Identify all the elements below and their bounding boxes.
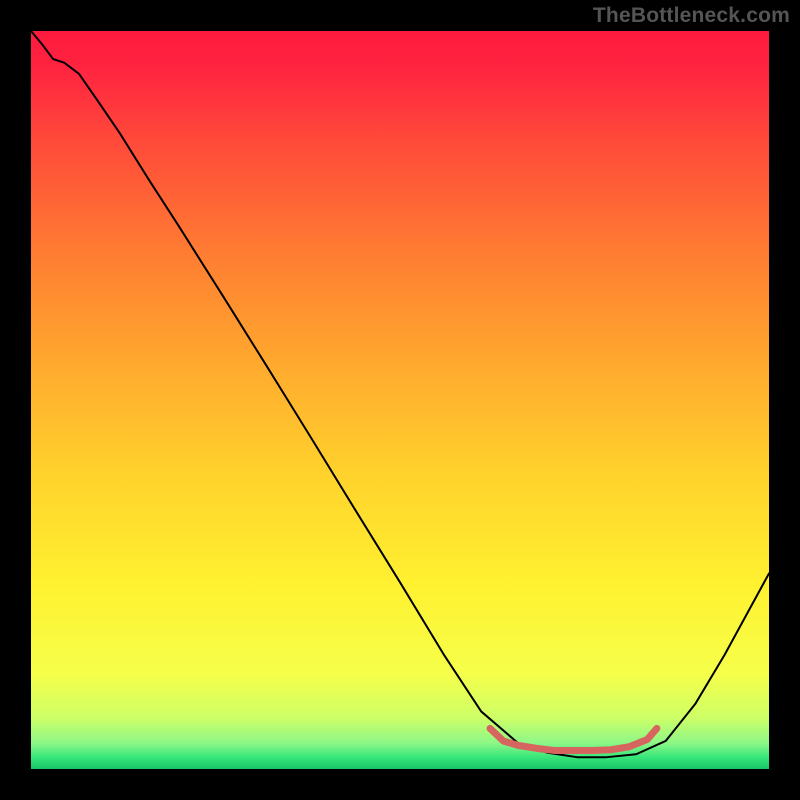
chart-plot-area: [31, 31, 769, 769]
chart-svg: [31, 31, 769, 769]
watermark-text: TheBottleneck.com: [593, 4, 790, 28]
chart-container: TheBottleneck.com: [0, 0, 800, 800]
gradient-background: [31, 31, 769, 769]
